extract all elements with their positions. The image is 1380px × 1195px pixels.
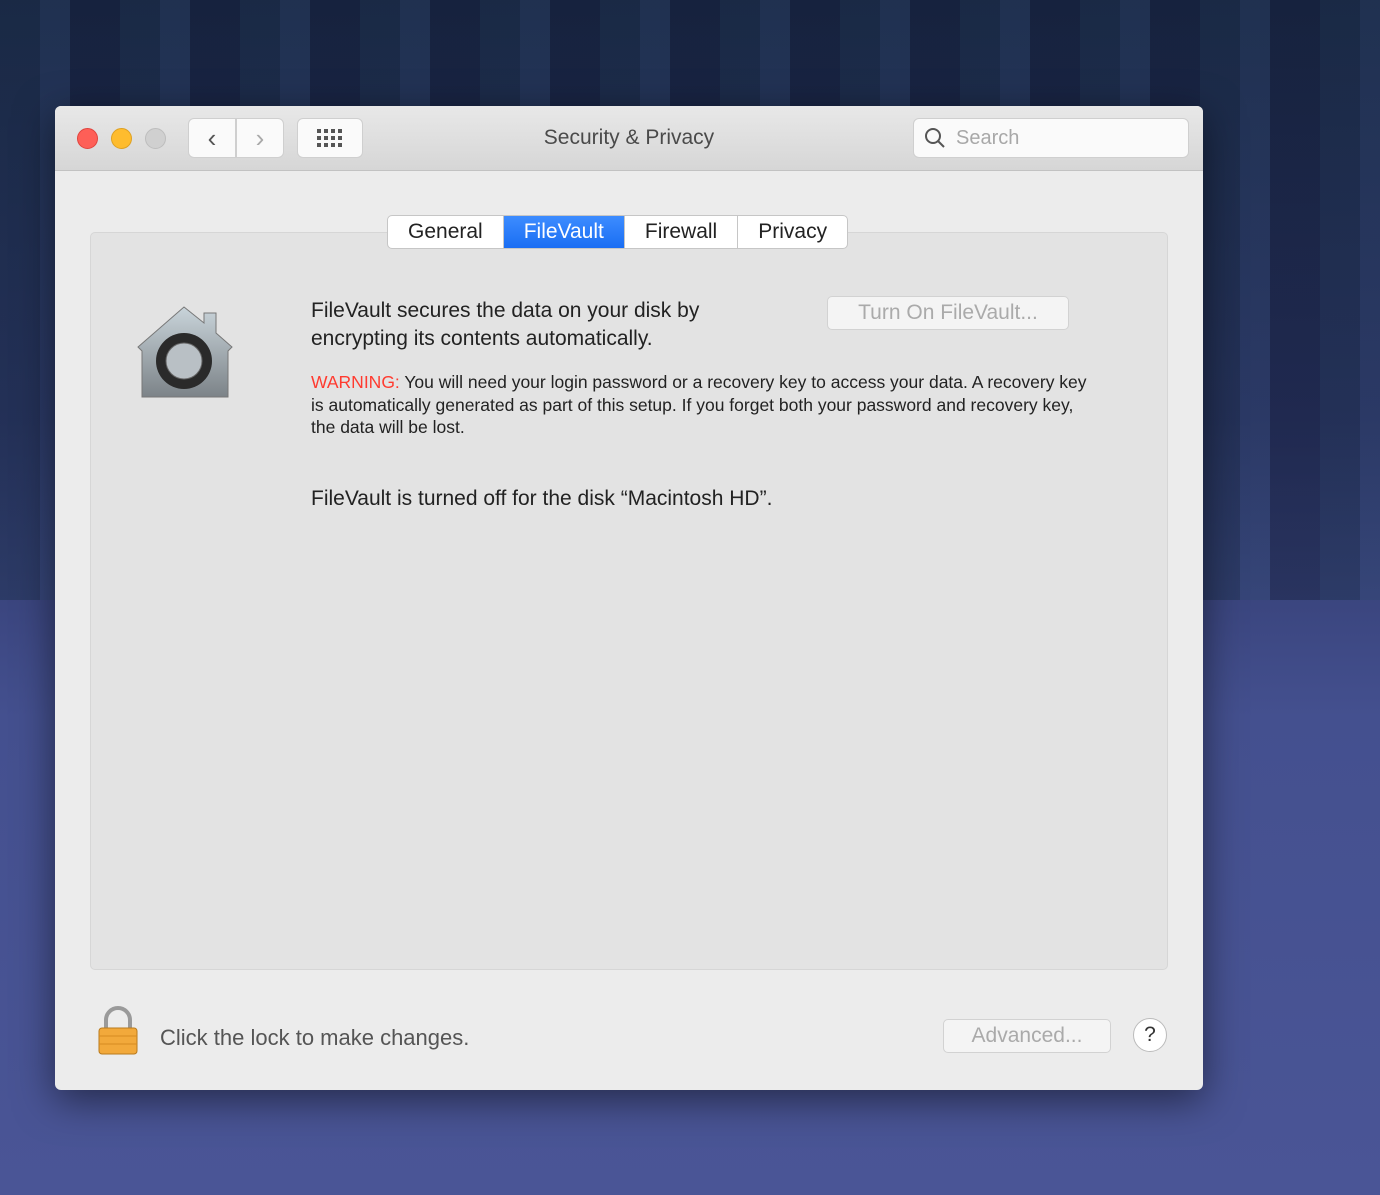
filevault-panel: FileVault secures the data on your disk … xyxy=(90,232,1168,970)
search-input[interactable]: Search xyxy=(913,118,1189,158)
tab-general[interactable]: General xyxy=(388,216,504,248)
filevault-status: FileVault is turned off for the disk “Ma… xyxy=(311,487,773,510)
search-icon xyxy=(925,128,945,148)
lock-icon[interactable] xyxy=(97,1006,139,1056)
search-placeholder: Search xyxy=(956,126,1020,149)
help-button[interactable]: ? xyxy=(1133,1018,1167,1052)
turn-on-filevault-button[interactable]: Turn On FileVault... xyxy=(827,296,1069,330)
lock-message: Click the lock to make changes. xyxy=(160,1025,470,1050)
tab-privacy[interactable]: Privacy xyxy=(738,216,847,248)
filevault-house-icon xyxy=(137,306,233,398)
warning-label: WARNING: xyxy=(311,372,400,392)
window: ‹ › Security & Privacy Search FileVault … xyxy=(55,106,1203,1090)
warning-text: You will need your login password or a r… xyxy=(311,372,1087,437)
titlebar: ‹ › Security & Privacy Search xyxy=(55,106,1203,171)
tab-filevault[interactable]: FileVault xyxy=(503,216,625,248)
warning-paragraph: WARNING: You will need your login passwo… xyxy=(311,371,1101,439)
tab-bar: General FileVault Firewall Privacy xyxy=(387,215,849,249)
advanced-button[interactable]: Advanced... xyxy=(943,1019,1111,1053)
filevault-description: FileVault secures the data on your disk … xyxy=(311,299,700,350)
tab-firewall[interactable]: Firewall xyxy=(625,216,739,248)
